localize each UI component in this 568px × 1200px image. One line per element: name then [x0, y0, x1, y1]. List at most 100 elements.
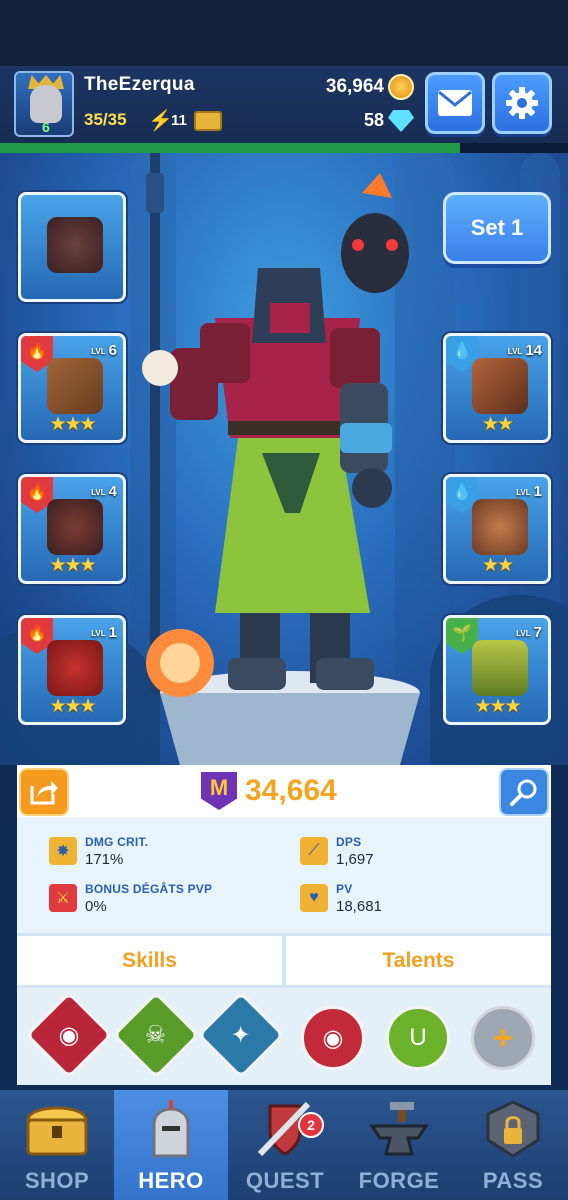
stat-pvp-value: 0%	[85, 898, 107, 915]
stat-crit-label: DMG CRIT.	[85, 835, 149, 849]
shield-icon	[472, 358, 528, 414]
settings-button[interactable]	[492, 72, 552, 134]
stat-dps-value: 1,697	[336, 851, 374, 868]
wolf-helmet-icon	[47, 499, 103, 555]
bottom-nav: SHOP HERO 2 QUEST FORGE PASS	[0, 1090, 568, 1200]
nav-shop-label: SHOP	[24, 1168, 90, 1193]
magnifier-icon	[510, 779, 537, 806]
gear-icon	[506, 87, 538, 119]
nav-pass[interactable]: PASS	[456, 1090, 568, 1200]
skill-skull-burst[interactable]: ☠	[112, 991, 200, 1079]
boots-level: LVL 7	[516, 624, 542, 641]
nav-shop[interactable]: SHOP	[0, 1090, 114, 1200]
talent-add-slot[interactable]: +	[471, 1006, 535, 1070]
magnet-icon: U	[409, 1024, 427, 1051]
crit-icon: ✸	[49, 837, 77, 865]
knight-helmet-icon	[30, 85, 62, 123]
power-header: M 34,664	[17, 765, 551, 817]
hero-power: 34,664	[245, 774, 337, 807]
xp-progress-bar	[0, 143, 568, 153]
hammer-icon	[47, 358, 103, 414]
gloves-icon	[472, 499, 528, 555]
stat-crit-value: 171%	[85, 851, 124, 868]
hero-stats-panel: M 34,664 ✸ DMG CRIT. 171% ⟋ DPS 1,697 ⚔ …	[17, 765, 551, 1085]
share-button[interactable]	[19, 768, 69, 816]
weapon-stars: ★★★	[49, 414, 96, 435]
talent-fire-eye[interactable]: ◉	[301, 1006, 365, 1070]
stat-pv-label: PV	[336, 882, 353, 896]
gold-coin-icon[interactable]	[388, 74, 414, 100]
nav-forge-label: FORGE	[358, 1168, 440, 1193]
stat-dps-label: DPS	[336, 835, 362, 849]
arrows-icon: ✦	[230, 1021, 252, 1049]
status-bar	[0, 0, 568, 66]
stat-pvp-label: BONUS DÉGÂTS PVP	[85, 882, 213, 896]
player-avatar[interactable]: 6	[14, 71, 74, 137]
energy-count: 35/35	[84, 110, 127, 129]
player-level: 6	[42, 119, 50, 135]
armor-level: LVL 1	[91, 624, 117, 641]
skills-talents-tabs: Skills Talents	[17, 933, 551, 985]
crossed-swords-icon: ⚔	[49, 884, 77, 912]
skills-talents-row: ◉ ☠ ✦ ◉ U +	[17, 985, 551, 1085]
helmet-stars: ★★★	[49, 555, 96, 576]
armor-stars: ★★★	[49, 696, 96, 717]
weapon-slot[interactable]: 🔥 LVL 6 ★★★	[18, 333, 126, 443]
nav-quest[interactable]: 2 QUEST	[228, 1090, 342, 1200]
weapon-level: LVL 6	[91, 342, 117, 359]
nav-forge[interactable]: FORGE	[342, 1090, 456, 1200]
anvil-icon	[369, 1102, 429, 1156]
set-button[interactable]: Set 1	[443, 192, 551, 264]
armor-slot[interactable]: 🔥 LVL 1 ★★★	[18, 615, 126, 725]
stat-pv-value: 18,681	[336, 898, 382, 915]
tab-talents[interactable]: Talents	[286, 936, 551, 985]
boots-stars: ★★★	[474, 696, 521, 717]
gloves-level: LVL 1	[516, 483, 542, 500]
eye-icon: ◉	[322, 1024, 344, 1052]
plus-icon: +	[493, 1018, 513, 1057]
dps-icon: ⟋	[300, 837, 328, 865]
locked-badge-icon	[486, 1100, 540, 1158]
shield-stars: ★★	[481, 414, 514, 435]
share-icon	[30, 781, 58, 805]
inspect-button[interactable]	[499, 768, 549, 816]
helmet-level: LVL 4	[91, 483, 117, 500]
gold-amount: 36,964	[325, 76, 384, 97]
baby-dragon-pet-icon	[47, 217, 103, 273]
talent-magnet[interactable]: U	[386, 1006, 450, 1070]
envelope-icon	[438, 90, 472, 116]
lightning-icon: ⚡	[148, 110, 173, 132]
shield-slot[interactable]: 💧 LVL 14 ★★	[443, 333, 551, 443]
key-count: 11	[171, 112, 187, 129]
crown-chest-icon	[194, 111, 222, 131]
nav-hero-label: HERO	[138, 1168, 204, 1193]
helmet-slot[interactable]: 🔥 LVL 4 ★★★	[18, 474, 126, 584]
armor-icon	[47, 640, 103, 696]
heart-icon: ♥	[300, 884, 328, 912]
skill-arrows[interactable]: ✦	[197, 991, 285, 1079]
mail-button[interactable]	[425, 72, 485, 134]
boots-icon	[472, 640, 528, 696]
nav-hero[interactable]: HERO	[114, 1090, 228, 1200]
eye-icon: ◉	[58, 1021, 80, 1049]
nav-quest-label: QUEST	[245, 1168, 325, 1193]
gloves-stars: ★★	[481, 555, 514, 576]
skill-fire-eye[interactable]: ◉	[25, 991, 113, 1079]
player-name: TheEzerqua	[84, 74, 195, 95]
gem-amount: 58	[363, 110, 384, 130]
stat-pvp: ⚔ BONUS DÉGÂTS PVP 0%	[49, 882, 212, 915]
stat-crit: ✸ DMG CRIT. 171%	[49, 835, 148, 868]
pet-slot[interactable]	[18, 192, 126, 302]
nav-pass-label: PASS	[482, 1168, 544, 1193]
xp-progress-fill	[0, 143, 461, 153]
knight-helmet-icon	[152, 1100, 190, 1158]
power-badge-icon: M	[201, 772, 237, 810]
quest-badge: 2	[298, 1112, 324, 1138]
boots-slot[interactable]: 🌱 LVL 7 ★★★	[443, 615, 551, 725]
shield-level: LVL 14	[507, 342, 542, 359]
tab-skills[interactable]: Skills	[17, 936, 282, 985]
treasure-chest-icon	[26, 1106, 88, 1156]
stat-dps: ⟋ DPS 1,697	[300, 835, 374, 868]
gloves-slot[interactable]: 💧 LVL 1 ★★	[443, 474, 551, 584]
skull-icon: ☠	[145, 1021, 167, 1049]
